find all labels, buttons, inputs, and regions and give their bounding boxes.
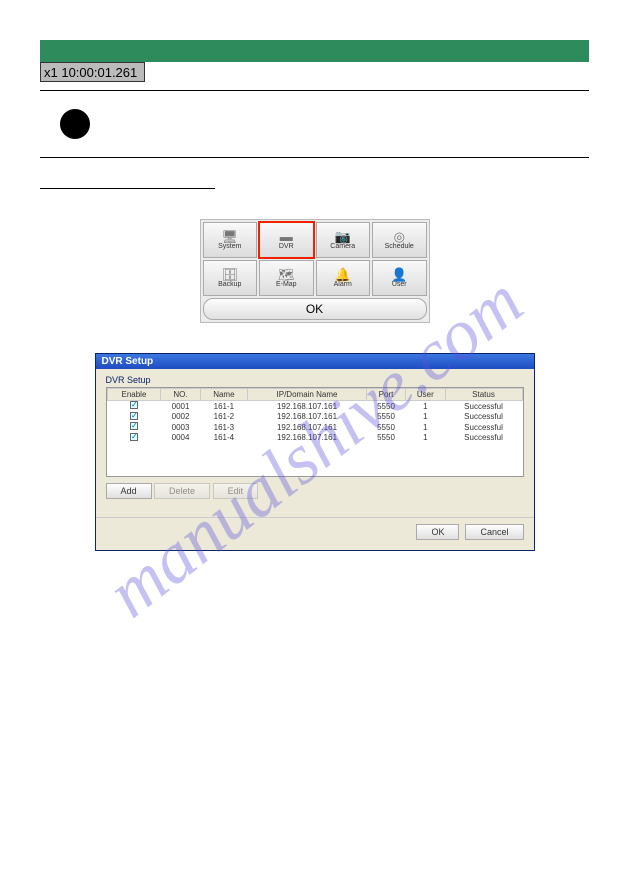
section-underline [40,188,215,189]
edit-button[interactable]: Edit [213,483,259,499]
cell-no: 0003 [161,422,200,433]
col-ip: IP/Domain Name [248,389,367,401]
alarm-icon: 🔔 [335,268,351,281]
enable-checkbox[interactable] [130,422,138,430]
setup-schedule-button[interactable]: ◎ Schedule [372,222,427,258]
setup-emap-button[interactable]: 🗺 E-Map [259,260,314,296]
cell-no: 0001 [161,401,200,412]
table-row[interactable]: 0003 161-3 192.168.107.161 5550 1 Succes… [107,422,522,433]
table-row[interactable]: 0002 161-2 192.168.107.161 5550 1 Succes… [107,412,522,423]
setup-dvr-button[interactable]: ▬ DVR [259,222,314,258]
cell-user: 1 [406,412,445,423]
cell-ip: 192.168.107.161 [248,401,367,412]
bullet-dot-icon [60,109,90,139]
cell-name: 161-1 [200,401,247,412]
cell-status: Successful [445,433,522,444]
cell-user: 1 [406,433,445,444]
col-enable: Enable [107,389,161,401]
divider [40,157,589,158]
dvr-setup-window: DVR Setup DVR Setup Enable NO. Name IP/D… [95,353,535,551]
schedule-icon: ◎ [394,230,405,243]
col-name: Name [200,389,247,401]
setup-camera-button[interactable]: 📷 Camera [316,222,371,258]
dvr-icon: ▬ [280,230,293,243]
setup-button-label: DVR [279,243,294,250]
user-icon: 👤 [391,268,407,281]
setup-button-label: E-Map [276,281,297,288]
cell-ip: 192.168.107.161 [248,422,367,433]
window-titlebar: DVR Setup [96,354,534,369]
cell-no: 0002 [161,412,200,423]
setup-button-label: System [218,243,241,250]
cancel-button[interactable]: Cancel [465,524,523,540]
setup-alarm-button[interactable]: 🔔 Alarm [316,260,371,296]
playback-timestamp: x1 10:00:01.261 [40,62,145,82]
cell-port: 5550 [366,412,405,423]
cell-name: 161-2 [200,412,247,423]
table-row[interactable]: 0004 161-4 192.168.107.161 5550 1 Succes… [107,433,522,444]
col-status: Status [445,389,522,401]
dvr-group-label: DVR Setup [106,375,534,385]
setup-backup-button[interactable]: 🗄 Backup [203,260,258,296]
header-green-bar [40,40,589,62]
cell-ip: 192.168.107.161 [248,412,367,423]
col-port: Port [366,389,405,401]
enable-checkbox[interactable] [130,433,138,441]
enable-checkbox[interactable] [130,401,138,409]
cell-name: 161-3 [200,422,247,433]
delete-button[interactable]: Delete [154,483,210,499]
setup-button-label: User [392,281,407,288]
cell-user: 1 [406,422,445,433]
col-no: NO. [161,389,200,401]
setup-button-label: Schedule [385,243,414,250]
cell-port: 5550 [366,433,405,444]
cell-port: 5550 [366,422,405,433]
setup-user-button[interactable]: 👤 User [372,260,427,296]
camera-icon: 📷 [335,230,351,243]
dvr-table: Enable NO. Name IP/Domain Name Port User… [106,387,524,477]
cell-status: Successful [445,401,522,412]
bullet-row [40,91,589,157]
col-user: User [406,389,445,401]
cell-port: 5550 [366,401,405,412]
enable-checkbox[interactable] [130,412,138,420]
backup-icon: 🗄 [221,268,238,281]
add-button[interactable]: Add [106,483,152,499]
setup-button-label: Alarm [334,281,352,288]
cell-name: 161-4 [200,433,247,444]
cell-no: 0004 [161,433,200,444]
cell-ip: 192.168.107.161 [248,433,367,444]
cell-status: Successful [445,422,522,433]
table-row[interactable]: 0001 161-1 192.168.107.161 5550 1 Succes… [107,401,522,412]
setup-system-button[interactable]: 🖥 System [203,222,258,258]
setup-button-label: Camera [330,243,355,250]
cell-status: Successful [445,412,522,423]
ok-button[interactable]: OK [416,524,459,540]
cell-user: 1 [406,401,445,412]
emap-icon: 🗺 [278,268,295,281]
table-header-row: Enable NO. Name IP/Domain Name Port User… [107,389,522,401]
setup-ok-button[interactable]: OK [203,298,427,320]
setup-button-label: Backup [218,281,241,288]
monitor-icon: 🖥 [221,230,238,243]
setup-panel: 🖥 System ▬ DVR 📷 Camera ◎ Schedule 🗄 Bac… [200,219,430,323]
